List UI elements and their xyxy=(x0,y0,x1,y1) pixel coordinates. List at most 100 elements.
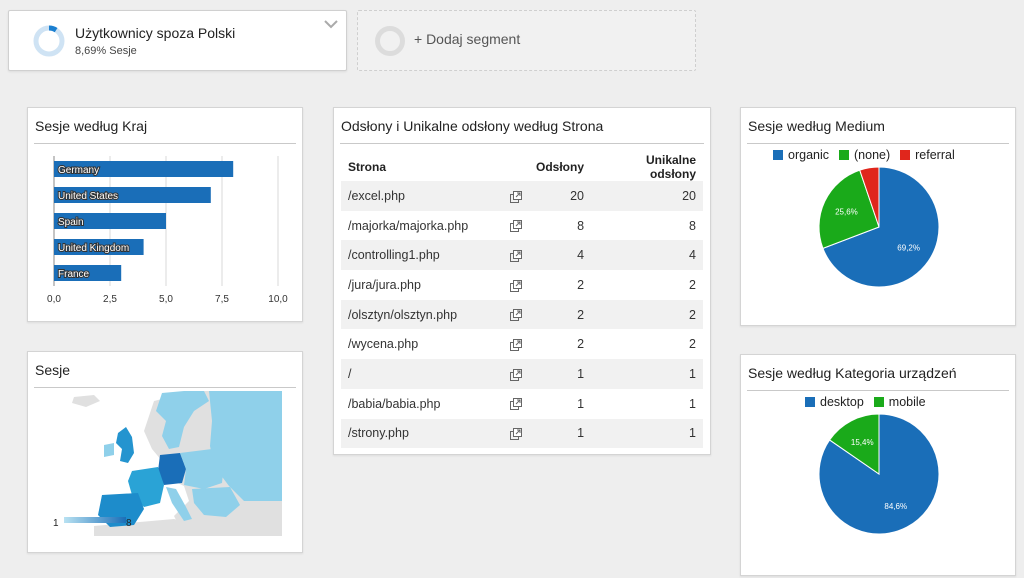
divider xyxy=(34,143,296,144)
country-chart-title: Sesje według Kraj xyxy=(35,118,148,134)
column-header-views[interactable]: Odsłony xyxy=(529,153,591,181)
bar-label: Germany xyxy=(58,165,99,176)
legend-item[interactable]: referral xyxy=(900,148,955,162)
open-external-icon[interactable] xyxy=(510,190,522,203)
medium-pie-chart: 69,2% 25,6% xyxy=(818,166,940,288)
open-link-cell xyxy=(491,389,529,419)
open-external-icon[interactable] xyxy=(510,398,522,411)
x-tick-label: 10,0 xyxy=(268,294,288,305)
pie-slice-label: 15,4% xyxy=(851,438,874,447)
page-path[interactable]: /strony.php xyxy=(341,418,491,449)
divider xyxy=(747,390,1009,391)
pages-table-panel: Odsłony i Unikalne odsłony według Strona… xyxy=(333,107,711,455)
open-external-icon[interactable] xyxy=(510,309,522,322)
divider xyxy=(34,387,296,388)
divider xyxy=(747,143,1009,144)
europe-map[interactable] xyxy=(34,391,282,536)
legend-label: desktop xyxy=(820,395,864,409)
table-row[interactable]: /controlling1.php 4 4 xyxy=(341,240,703,271)
legend-swatch xyxy=(839,150,849,160)
column-header-spacer xyxy=(491,153,529,181)
segment-ring-icon xyxy=(33,25,65,57)
x-tick-label: 2,5 xyxy=(103,294,117,305)
views-value: 20 xyxy=(529,181,592,211)
open-external-icon[interactable] xyxy=(510,428,522,441)
open-link-cell xyxy=(491,240,529,271)
segment-subtitle: 8,69% Sesje xyxy=(75,45,137,57)
pie-slice-label: 69,2% xyxy=(897,243,920,252)
open-external-icon[interactable] xyxy=(510,249,522,262)
page-path[interactable]: /olsztyn/olsztyn.php xyxy=(341,299,491,330)
open-link-cell xyxy=(491,329,529,359)
map-legend-gradient xyxy=(64,517,126,523)
add-segment-button[interactable]: + Dodaj segment xyxy=(357,10,696,71)
legend-label: organic xyxy=(788,148,829,162)
page-path[interactable]: /controlling1.php xyxy=(341,240,491,271)
views-value: 1 xyxy=(529,418,592,449)
device-pie-chart: 84,6% 15,4% xyxy=(818,413,940,535)
bar-label: United Kingdom xyxy=(58,243,129,254)
open-external-icon[interactable] xyxy=(510,338,522,351)
add-segment-label: + Dodaj segment xyxy=(414,31,521,47)
table-row[interactable]: /jura/jura.php 2 2 xyxy=(341,270,703,300)
views-value: 8 xyxy=(577,218,585,233)
pages-table-title: Odsłony i Unikalne odsłony według Strona xyxy=(341,118,604,134)
unique-views-value: 1 xyxy=(591,418,703,449)
views-value: 2 xyxy=(577,277,585,292)
table-header-row: Strona Odsłony Unikalne odsłony xyxy=(341,153,703,181)
open-link-cell xyxy=(491,181,529,211)
views-value: 1 xyxy=(529,359,592,389)
table-row[interactable]: /babia/babia.php 1 1 xyxy=(341,389,703,419)
table-row[interactable]: /majorka/majorka.php 8 8 xyxy=(341,211,703,241)
page-path[interactable]: /wycena.php xyxy=(341,329,491,359)
views-value: 4 xyxy=(529,240,592,271)
table-row[interactable]: /strony.php 1 1 xyxy=(341,418,703,449)
unique-views-value: 20 xyxy=(591,181,703,211)
legend-swatch xyxy=(873,397,884,407)
legend-item[interactable]: mobile xyxy=(873,395,926,409)
page-path[interactable]: /jura/jura.php xyxy=(341,270,491,300)
page-path[interactable]: /majorka/majorka.php xyxy=(341,211,491,241)
page-path[interactable]: /excel.php xyxy=(341,181,491,211)
legend-item[interactable]: (none) xyxy=(839,148,890,162)
table-row[interactable]: / 1 1 xyxy=(341,359,703,389)
map-ireland xyxy=(104,443,114,457)
unique-views-value: 8 xyxy=(689,218,696,233)
legend-item[interactable]: organic xyxy=(773,148,829,162)
country-bar-chart: 0,0 2,5 5,0 7,5 10,0 Germany United States Spai… xyxy=(47,156,288,305)
unique-views-value: 2 xyxy=(689,277,696,292)
unique-views-value: 2 xyxy=(689,337,696,352)
device-legend: desktop mobile xyxy=(805,395,926,409)
unique-views-value: 1 xyxy=(689,396,696,411)
map-legend-max: 8 xyxy=(126,518,132,529)
open-link-cell xyxy=(491,211,529,241)
open-external-icon[interactable] xyxy=(510,279,522,292)
legend-swatch xyxy=(805,397,815,407)
segment-selector[interactable]: Użytkownicy spoza Polski 8,69% Sesje xyxy=(8,10,347,71)
empty-segment-ring-icon xyxy=(375,26,405,56)
table-row[interactable]: /olsztyn/olsztyn.php 2 2 xyxy=(341,299,703,330)
medium-chart-panel: Sesje według Medium organic (none) referra… xyxy=(740,107,1016,326)
legend-item[interactable]: desktop xyxy=(805,395,864,409)
views-value: 1 xyxy=(577,396,585,411)
segment-title: Użytkownicy spoza Polski xyxy=(75,25,236,41)
open-external-icon[interactable] xyxy=(510,220,522,233)
x-tick-label: 0,0 xyxy=(47,294,61,305)
page-path[interactable]: /babia/babia.php xyxy=(341,389,491,419)
open-link-cell xyxy=(491,359,529,389)
page-path[interactable]: / xyxy=(341,359,491,389)
table-row[interactable]: /excel.php 20 20 xyxy=(341,181,703,211)
open-link-cell xyxy=(491,418,529,449)
column-header-unique[interactable]: Unikalne odsłony xyxy=(591,153,703,181)
column-header-page[interactable]: Strona xyxy=(341,153,491,181)
unique-views-value: 1 xyxy=(591,359,703,389)
x-tick-label: 7,5 xyxy=(215,294,229,305)
medium-legend: organic (none) referral xyxy=(773,148,955,162)
unique-views-value: 4 xyxy=(591,240,703,271)
table-row[interactable]: /wycena.php 2 2 xyxy=(341,329,703,359)
chevron-down-icon[interactable] xyxy=(324,19,338,29)
country-chart-panel: Sesje według Kraj 0,0 2,5 5,0 7,5 10,0 German… xyxy=(27,107,303,322)
views-value: 2 xyxy=(577,337,585,352)
map-panel: Sesje 1 8 xyxy=(27,351,303,553)
open-external-icon[interactable] xyxy=(510,368,522,381)
